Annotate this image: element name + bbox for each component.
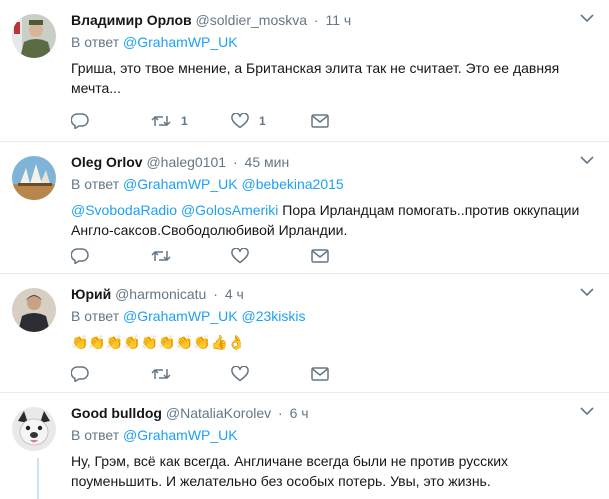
- like-button[interactable]: [231, 248, 311, 264]
- reply-prefix: В ответ: [71, 34, 120, 50]
- reply-context: В ответ @GrahamWP_UK @23kiskis: [71, 306, 597, 326]
- reply-mention[interactable]: @GrahamWP_UK: [123, 34, 238, 50]
- reply-mention[interactable]: @GrahamWP_UK: [123, 308, 238, 324]
- tweet-actions: 1 1: [71, 111, 391, 131]
- envelope-icon: [311, 114, 329, 128]
- separator: ·: [232, 154, 238, 170]
- display-name[interactable]: Юрий: [71, 286, 111, 302]
- chevron-down-icon[interactable]: [577, 12, 597, 28]
- retweet-icon: [151, 369, 171, 379]
- heart-icon: [231, 366, 249, 382]
- separator: ·: [278, 405, 283, 421]
- reply-icon: [71, 248, 89, 264]
- reply-icon: [71, 113, 89, 129]
- thread-line: [37, 458, 39, 499]
- tweet-actions: [71, 364, 391, 384]
- like-button[interactable]: 1: [231, 113, 311, 129]
- reply-button[interactable]: [71, 248, 151, 264]
- reply-prefix: В ответ: [71, 427, 120, 443]
- direct-message-button[interactable]: [311, 249, 391, 263]
- reply-mention[interactable]: @GrahamWP_UK: [123, 176, 238, 192]
- tweet-text: Гриша, это твое мнение, а Британская эли…: [71, 60, 560, 96]
- reply-prefix: В ответ: [71, 176, 120, 192]
- retweet-button[interactable]: [151, 366, 231, 382]
- timestamp[interactable]: 11 ч: [325, 12, 351, 28]
- reply-button[interactable]: [71, 366, 151, 382]
- envelope-icon: [311, 249, 329, 263]
- reply-button[interactable]: [71, 113, 151, 129]
- tweet[interactable]: Юрий @harmonicatu · 4 ч В ответ @GrahamW…: [0, 274, 609, 393]
- tweet[interactable]: Good bulldog @NataliaKorolev · 6 ч В отв…: [0, 393, 609, 499]
- reply-context: В ответ @GrahamWP_UK: [71, 425, 597, 445]
- display-name[interactable]: Владимир Орлов: [71, 12, 192, 28]
- retweet-button[interactable]: [151, 248, 231, 264]
- reply-icon: [71, 366, 89, 382]
- reply-mention[interactable]: @23kiskis: [242, 308, 306, 324]
- tweet[interactable]: Владимир Орлов @soldier_moskva · 11 ч В …: [0, 0, 609, 142]
- like-count: 1: [259, 114, 266, 128]
- tweet[interactable]: Oleg Orlov @haleg0101 · 45 мин В ответ @…: [0, 142, 609, 274]
- display-name[interactable]: Oleg Orlov: [71, 154, 143, 170]
- retweet-count: 1: [181, 114, 188, 128]
- separator: ·: [213, 286, 218, 302]
- user-handle[interactable]: @haleg0101: [146, 154, 226, 170]
- tweet-text: @SvobodaRadio @GolosAmeriki Пора Ирландц…: [71, 200, 597, 240]
- avatar[interactable]: [12, 407, 56, 451]
- reply-mention[interactable]: @GrahamWP_UK: [123, 427, 238, 443]
- tweet-text: 👏👏👏👏👏👏👏👏👍👌: [71, 334, 246, 350]
- timeline: Владимир Орлов @soldier_moskva · 11 ч В …: [0, 0, 609, 499]
- direct-message-button[interactable]: [311, 367, 391, 381]
- chevron-down-icon[interactable]: [577, 154, 597, 170]
- display-name[interactable]: Good bulldog: [71, 405, 162, 421]
- envelope-icon: [311, 367, 329, 381]
- retweet-button[interactable]: 1: [151, 113, 231, 129]
- timestamp[interactable]: 4 ч: [225, 286, 244, 302]
- direct-message-button[interactable]: [311, 114, 391, 128]
- reply-context: В ответ @GrahamWP_UK @bebekina2015: [71, 174, 597, 194]
- retweet-icon: [151, 116, 171, 126]
- like-button[interactable]: [231, 366, 311, 382]
- chevron-down-icon[interactable]: [577, 286, 597, 302]
- tweet-header: Владимир Орлов @soldier_moskva · 11 ч: [71, 10, 597, 30]
- avatar[interactable]: [12, 14, 56, 58]
- avatar[interactable]: [12, 288, 56, 332]
- avatar[interactable]: [12, 156, 56, 200]
- chevron-down-icon[interactable]: [577, 405, 597, 421]
- user-handle[interactable]: @harmonicatu: [115, 286, 206, 302]
- reply-context: В ответ @GrahamWP_UK: [71, 32, 597, 52]
- timestamp[interactable]: 6 ч: [290, 405, 309, 421]
- timestamp[interactable]: 45 мин: [245, 154, 290, 170]
- tweet-text: Ну, Грэм, всё как всегда. Англичане всег…: [71, 453, 509, 489]
- reply-mention[interactable]: @bebekina2015: [242, 176, 344, 192]
- reply-prefix: В ответ: [71, 308, 120, 324]
- text-mention[interactable]: @GolosAmeriki: [181, 202, 278, 218]
- tweet-header: Юрий @harmonicatu · 4 ч: [71, 284, 597, 304]
- tweet-actions: [71, 246, 391, 266]
- tweet-header: Oleg Orlov @haleg0101 · 45 мин: [71, 152, 597, 172]
- heart-icon: [231, 113, 249, 129]
- text-mention[interactable]: @SvobodaRadio: [71, 202, 177, 218]
- retweet-icon: [151, 251, 171, 261]
- user-handle[interactable]: @NataliaKorolev: [166, 405, 271, 421]
- user-handle[interactable]: @soldier_moskva: [196, 12, 307, 28]
- heart-icon: [231, 248, 249, 264]
- separator: ·: [313, 12, 319, 28]
- tweet-header: Good bulldog @NataliaKorolev · 6 ч: [71, 403, 597, 423]
